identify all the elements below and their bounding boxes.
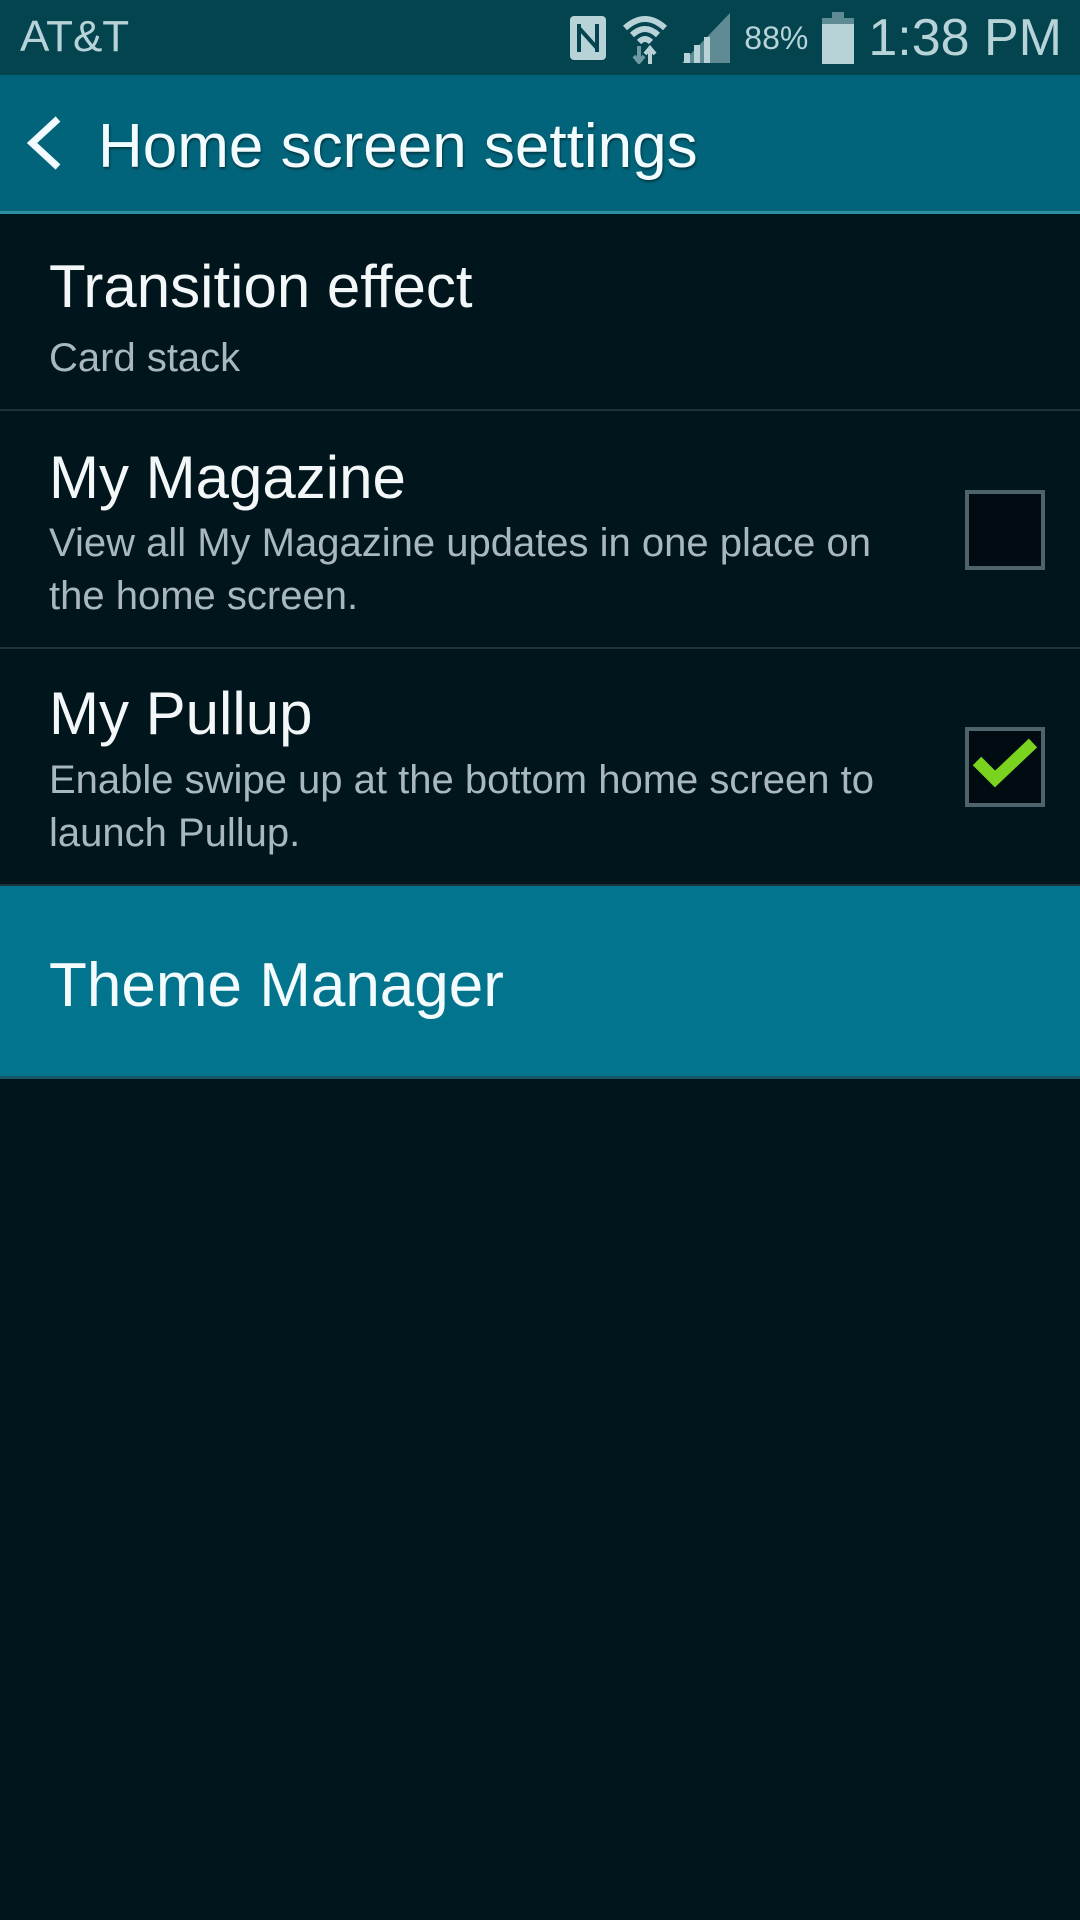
battery-icon	[822, 12, 855, 64]
setting-theme-manager[interactable]: Theme Manager	[0, 886, 1080, 1079]
setting-title: Transition effect	[49, 253, 473, 320]
setting-title: My Pullup	[49, 680, 313, 747]
app-bar: Home screen settings	[0, 75, 1080, 214]
setting-title: Theme Manager	[49, 951, 504, 1020]
wifi-icon	[623, 16, 668, 64]
setting-subtitle: View all My Magazine updates in one plac…	[49, 521, 871, 618]
carrier-label: AT&T	[20, 12, 130, 61]
setting-my-pullup[interactable]: My Pullup Enable swipe up at the bottom …	[0, 649, 1080, 886]
checkmark-icon	[972, 738, 1038, 788]
clock: 1:38 PM	[868, 9, 1062, 67]
page-title: Home screen settings	[98, 112, 698, 181]
setting-my-magazine[interactable]: My Magazine View all My Magazine updates…	[0, 411, 1080, 649]
setting-subtitle: Card stack	[49, 336, 241, 380]
setting-subtitle: Enable swipe up at the bottom home scree…	[49, 758, 874, 855]
nfc-icon	[570, 16, 607, 60]
battery-percent: 88%	[744, 19, 809, 56]
chevron-left-icon[interactable]	[22, 113, 72, 173]
my-magazine-checkbox[interactable]	[965, 490, 1045, 570]
status-bar: AT&T 88% 1:38 PM	[0, 0, 1080, 75]
signal-icon	[682, 13, 731, 63]
setting-transition-effect[interactable]: Transition effect Card stack	[0, 214, 1080, 411]
my-pullup-checkbox[interactable]	[965, 727, 1045, 807]
setting-title: My Magazine	[49, 444, 406, 511]
